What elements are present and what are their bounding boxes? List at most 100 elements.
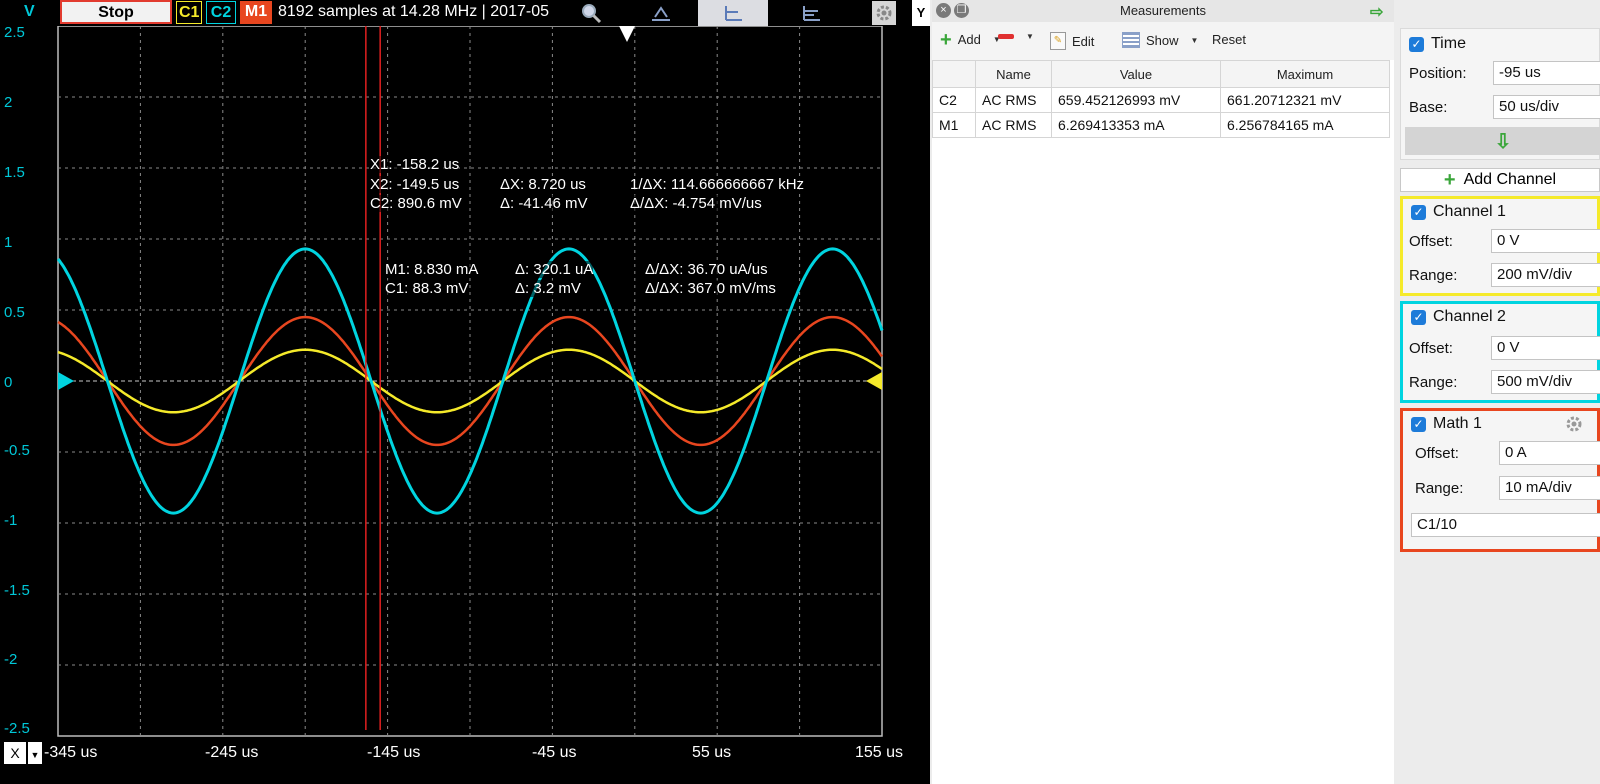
x-tick-label: -145 us [367,744,421,761]
waveform-plot[interactable] [0,0,930,784]
y-tick-label: 1 [4,234,13,251]
reset-measurements-button[interactable]: Reset [1212,32,1246,47]
add-measurement-button[interactable]: + Add ▼ [940,28,1001,51]
cursor-c2-rate: Δ/ΔX: -4.754 mV/us [630,195,762,212]
zoom-button[interactable] [556,0,626,26]
channel1-offset-field[interactable]: 0 V [1491,229,1600,253]
table-row[interactable]: C2 AC RMS 659.452126993 mV 661.20712321 … [932,87,1390,113]
row-channel: C2 [932,87,976,113]
measurements-panel: Measurements × ❐ + Add ▼ ▼ ✎ Edit Show ▼… [932,0,1395,784]
position-label: Position: [1409,65,1467,82]
x-tick-label: 155 us [855,744,904,761]
arrow-down-icon: ⇩ [1494,130,1512,153]
y-tick-label: 2 [4,94,13,111]
y-tick-label: -2 [4,651,18,668]
channel-c1-chip[interactable]: C1 [176,1,202,24]
position-field[interactable]: -95 us [1493,61,1600,85]
channel2-panel: ✓ Channel 2 Offset: 0 V Range: 500 mV/di… [1400,301,1600,403]
cursor-c2-delta: Δ: -41.46 mV [500,195,588,212]
close-panel-button[interactable]: × [936,3,951,18]
table-row[interactable]: M1 AC RMS 6.269413353 mA 6.256784165 mA [932,112,1390,138]
edit-measurement-button[interactable]: ✎ Edit [1050,32,1094,50]
float-panel-button[interactable]: ❐ [954,3,969,18]
scope-panel: V Stop C1 C2 M1 8192 samples at 14.28 MH… [0,0,930,784]
edit-label: Edit [1072,33,1095,49]
offset-label: Offset: [1409,233,1453,250]
channel1-label: Channel 1 [1433,203,1506,220]
checkbox-checked-icon[interactable]: ✓ [1409,36,1424,52]
column-header-name[interactable]: Name [975,60,1052,88]
settings-button[interactable] [872,1,896,25]
range-label: Range: [1409,267,1458,284]
cursor-m1-rate: Δ/ΔX: 36.70 uA/us [645,261,768,278]
channel1-panel: ✓ Channel 1 Offset: 0 V Range: 200 mV/di… [1400,196,1600,296]
checkbox-checked-icon[interactable]: ✓ [1411,204,1426,220]
time-panel: ✓ Time Position: -95 us Base: 50 us/div … [1400,28,1600,160]
measure-mode-button[interactable] [776,0,846,26]
apply-time-button[interactable]: ⇩ [1405,127,1600,155]
measurements-table: Name Value Maximum C2 AC RMS 659.4521269… [932,60,1390,138]
time-title[interactable]: ✓ Time [1409,35,1466,53]
row-channel: M1 [932,112,976,138]
remove-measurement-button[interactable]: ▼ [998,32,1034,41]
math1-expression-field[interactable]: C1/10 [1411,513,1600,537]
time-label: Time [1431,35,1466,52]
minus-icon [998,34,1014,39]
column-header-value[interactable]: Value [1051,60,1221,88]
x-tick-label: -345 us [44,744,98,761]
y-tick-label: 0 [4,374,13,391]
gear-icon [1566,416,1582,432]
y-tick-label: 1.5 [4,164,25,181]
chevron-down-icon: ▼ [30,750,40,760]
expand-arrow-icon[interactable]: ⇨ [1370,2,1383,22]
list-icon [1122,32,1140,48]
channel2-offset-field[interactable]: 0 V [1491,336,1600,360]
channel1-title[interactable]: ✓ Channel 1 [1411,203,1506,221]
x-axis-button[interactable]: X [4,742,26,764]
table-header-row: Name Value Maximum [932,60,1390,88]
measure-icon [803,6,820,21]
magnifier-icon [582,4,602,24]
trigger-mode-button[interactable] [626,0,696,26]
math1-offset-field[interactable]: 0 A [1499,441,1600,465]
row-name: AC RMS [975,87,1052,113]
close-icon: × [940,4,947,16]
cursor-c1-rate: Δ/ΔX: 367.0 mV/ms [645,280,776,297]
cursor-mode-button[interactable] [698,0,768,26]
cursor-c1-delta: Δ: 3.2 mV [515,280,581,297]
trigger-icon [652,6,670,21]
y-axis-tab[interactable]: Y [912,0,930,26]
cursor-m1-delta: Δ: 320.1 uA [515,261,594,278]
scope-toolbar: V Stop C1 C2 M1 8192 samples at 14.28 MH… [0,0,930,26]
y-tick-label: -0.5 [4,442,30,459]
checkbox-checked-icon[interactable]: ✓ [1411,416,1426,432]
reset-label: Reset [1212,32,1246,47]
chevron-down-icon: ▼ [1190,35,1199,45]
channel2-title[interactable]: ✓ Channel 2 [1411,308,1506,326]
channel1-range-field[interactable]: 200 mV/div [1491,263,1600,287]
y-unit-label: V [24,3,35,20]
math1-settings-button[interactable] [1565,415,1583,433]
math-m1-chip[interactable]: M1 [240,1,272,24]
math1-title[interactable]: ✓ Math 1 [1411,415,1482,433]
add-channel-button[interactable]: + Add Channel [1400,168,1600,192]
row-value: 659.452126993 mV [1051,87,1221,113]
y-tick-label: -1.5 [4,582,30,599]
channel-sidebar: ⇨ ✓ Time Position: -95 us Base: 50 us/di… [1370,0,1600,784]
x-axis-dropdown[interactable]: ▼ [28,742,42,764]
channel2-range-field[interactable]: 500 mV/div [1491,370,1600,394]
channel-c2-chip[interactable]: C2 [206,1,236,24]
base-field[interactable]: 50 us/div [1493,95,1600,119]
stop-button[interactable]: Stop [60,0,172,24]
column-header-channel[interactable] [932,60,976,88]
chevron-down-icon: ▼ [1026,32,1034,41]
column-header-maximum[interactable]: Maximum [1220,60,1390,88]
checkbox-checked-icon[interactable]: ✓ [1411,309,1426,325]
x-tick-label: -45 us [532,744,577,761]
show-measurement-button[interactable]: Show ▼ [1122,32,1198,48]
plus-icon: + [940,28,952,51]
cursor-c1-readout: C1: 88.3 mV [385,280,469,297]
channel-offset-marker [58,372,74,390]
range-label: Range: [1409,374,1458,391]
math1-range-field[interactable]: 10 mA/div [1499,476,1600,500]
